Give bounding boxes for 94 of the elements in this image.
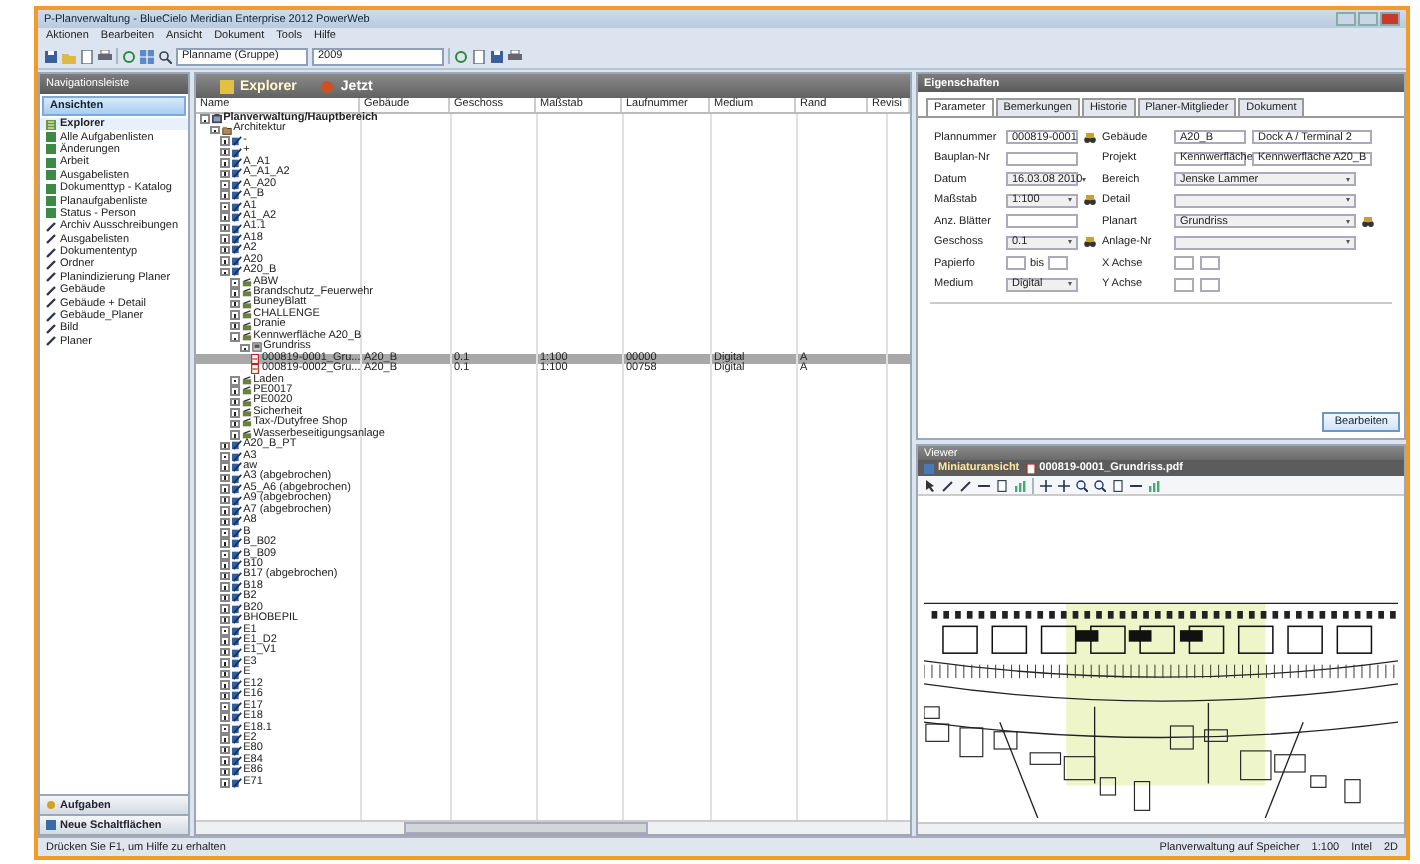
expand-icon[interactable]: [230, 386, 240, 396]
save-icon[interactable]: [490, 49, 504, 63]
expand-icon[interactable]: [220, 680, 230, 690]
zoom-icon[interactable]: [1076, 479, 1088, 491]
expand-icon[interactable]: [220, 615, 230, 625]
expand-icon[interactable]: [220, 658, 230, 668]
expand-icon[interactable]: [220, 691, 230, 701]
expand-icon[interactable]: [220, 147, 230, 157]
document-stack-icon: [251, 342, 262, 353]
expand-icon[interactable]: [230, 430, 240, 440]
expand-icon[interactable]: [220, 158, 230, 168]
expand-icon[interactable]: [220, 441, 230, 451]
binoculars-icon[interactable]: [1084, 194, 1096, 206]
expand-icon[interactable]: [220, 462, 230, 473]
expand-icon[interactable]: [220, 723, 230, 734]
dropdown-field[interactable]: [1174, 235, 1356, 249]
expand-icon[interactable]: [220, 190, 230, 201]
pointer-icon[interactable]: [924, 479, 936, 491]
expand-icon[interactable]: [220, 571, 230, 581]
document-icon[interactable]: [80, 49, 94, 63]
expand-icon[interactable]: [220, 636, 230, 647]
expand-icon[interactable]: [220, 136, 230, 146]
expand-icon[interactable]: [230, 419, 240, 429]
archive-icon: [221, 125, 232, 136]
collapse-icon[interactable]: [240, 343, 250, 353]
binoculars-icon[interactable]: [1084, 131, 1096, 143]
expand-icon[interactable]: [220, 593, 230, 603]
expand-icon[interactable]: [220, 473, 230, 483]
chart-icon[interactable]: [1014, 479, 1026, 491]
expand-icon[interactable]: [220, 212, 230, 222]
expand-icon[interactable]: [220, 169, 230, 179]
page-icon[interactable]: [1112, 479, 1124, 491]
expand-icon[interactable]: [230, 375, 240, 386]
line-icon[interactable]: [1130, 479, 1142, 491]
collapse-icon[interactable]: [220, 267, 230, 277]
expand-icon[interactable]: [220, 734, 230, 744]
database-icon: [211, 114, 222, 125]
refresh-icon[interactable]: [454, 49, 468, 63]
text-field[interactable]: [1006, 214, 1078, 228]
expand-icon[interactable]: [220, 549, 230, 560]
text-field[interactable]: [1006, 151, 1078, 165]
collapse-icon[interactable]: [200, 114, 210, 125]
expand-icon[interactable]: [220, 604, 230, 614]
collapse-icon[interactable]: [230, 332, 240, 342]
document-icon[interactable]: [472, 49, 486, 63]
expand-icon[interactable]: [220, 669, 230, 679]
page-icon[interactable]: [996, 479, 1008, 491]
tree-icon: [46, 119, 56, 130]
binoculars-icon[interactable]: [1084, 236, 1096, 248]
expand-icon[interactable]: [220, 582, 230, 592]
expand-icon[interactable]: [220, 451, 230, 462]
expand-icon[interactable]: [220, 647, 230, 657]
expand-icon[interactable]: [230, 288, 240, 299]
collapse-icon[interactable]: [210, 125, 220, 135]
binoculars-icon[interactable]: [1362, 215, 1374, 227]
expand-icon[interactable]: [220, 256, 230, 266]
chart-icon[interactable]: [1148, 479, 1160, 491]
text-field[interactable]: [1006, 256, 1026, 270]
expand-icon[interactable]: [220, 528, 230, 538]
expand-icon[interactable]: [220, 538, 230, 549]
expand-icon[interactable]: [220, 625, 230, 636]
expand-icon[interactable]: [220, 223, 230, 233]
expand-icon[interactable]: [220, 560, 230, 570]
print-icon[interactable]: [98, 49, 112, 63]
expand-icon[interactable]: [230, 321, 240, 331]
horizontal-scrollbar[interactable]: [918, 822, 1404, 834]
expand-icon[interactable]: [220, 702, 230, 712]
expand-icon[interactable]: [230, 299, 240, 309]
expand-icon[interactable]: [220, 778, 230, 788]
print-icon[interactable]: [508, 49, 522, 63]
horizontal-scrollbar[interactable]: [196, 820, 910, 834]
expand-icon[interactable]: [230, 408, 240, 418]
text-field[interactable]: [1048, 256, 1069, 270]
expand-icon[interactable]: [220, 745, 230, 755]
expand-icon[interactable]: [220, 180, 230, 190]
save-icon[interactable]: [44, 49, 58, 63]
search-icon[interactable]: [158, 49, 172, 63]
refresh-icon[interactable]: [122, 49, 136, 63]
expand-icon[interactable]: [220, 495, 230, 505]
expand-icon[interactable]: [220, 767, 230, 777]
expand-icon[interactable]: [220, 517, 230, 527]
expand-icon[interactable]: [220, 245, 230, 255]
expand-icon[interactable]: [220, 234, 230, 244]
expand-icon[interactable]: [220, 506, 230, 516]
zoom-icon[interactable]: [1094, 479, 1106, 491]
line-icon[interactable]: [978, 479, 990, 491]
expand-icon[interactable]: [230, 397, 240, 407]
expand-icon[interactable]: [230, 310, 240, 320]
dropdown-field[interactable]: [1174, 193, 1356, 207]
expand-icon[interactable]: [220, 756, 230, 766]
expand-icon[interactable]: [220, 712, 230, 723]
expand-icon[interactable]: [230, 277, 240, 288]
expand-icon[interactable]: [220, 201, 230, 212]
expand-icon[interactable]: [220, 484, 230, 494]
